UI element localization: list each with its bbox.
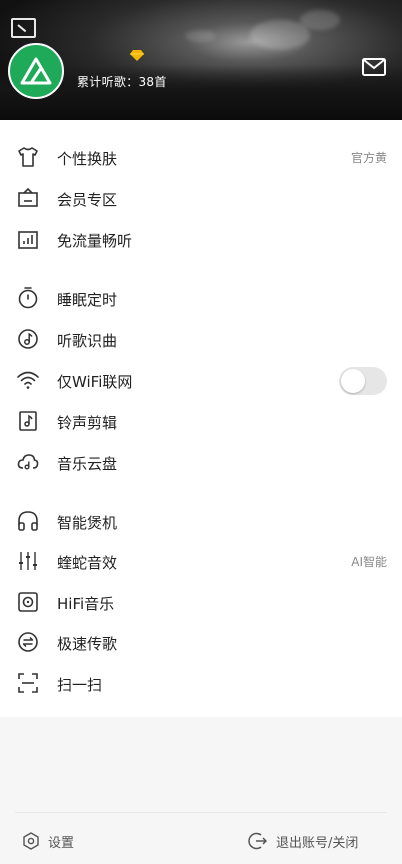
profile-header: 累计听歌：38首: [0, 0, 402, 120]
menu-item-label: 蝰蛇音效: [57, 554, 118, 572]
menu-item-fast-transfer[interactable]: 极速传歌: [0, 622, 402, 662]
scan-icon: [18, 673, 38, 693]
cloud-icon: [17, 454, 39, 470]
skin-value: 官方黄: [350, 151, 387, 165]
menu-item-smart-burn[interactable]: 智能煲机: [0, 501, 402, 541]
menu-item-hifi[interactable]: HiFi音乐: [0, 582, 402, 622]
menu-item-label: 铃声剪辑: [57, 414, 118, 432]
menu-item-viper-sound[interactable]: 蝰蛇音效 AI智能: [0, 541, 402, 581]
shirt-icon: [18, 147, 38, 167]
menu-list: 个性换肤 官方黄 会员专区 免流量畅听 睡眠定时 听歌识曲 仅WiFi联网 铃声…: [0, 120, 402, 717]
menu-item-ringtone[interactable]: 铃声剪辑: [0, 401, 402, 441]
menu-item-label: 睡眠定时: [57, 291, 118, 309]
settings-label: 设置: [48, 835, 75, 851]
toggle-knob: [341, 369, 365, 393]
menu-item-label: 会员专区: [57, 191, 118, 209]
menu-item-label: HiFi音乐: [57, 595, 115, 613]
menu-item-label: 听歌识曲: [57, 332, 118, 350]
vip-diamond-icon[interactable]: [130, 50, 144, 61]
menu-item-sleep-timer[interactable]: 睡眠定时: [0, 278, 402, 318]
headphones-icon: [18, 511, 38, 531]
menu-item-scan[interactable]: 扫一扫: [0, 663, 402, 703]
picture-in-picture-icon[interactable]: [11, 18, 36, 38]
menu-item-label: 扫一扫: [57, 676, 103, 694]
menu-item-label: 音乐云盘: [57, 455, 118, 473]
logo-icon: [20, 57, 52, 85]
hifi-disc-icon: [18, 592, 38, 612]
mail-icon[interactable]: [362, 58, 386, 76]
wifi-icon: [17, 371, 39, 389]
ringtone-icon: [19, 411, 37, 431]
wifi-only-toggle[interactable]: [339, 367, 387, 395]
equalizer-icon: [19, 552, 37, 570]
settings-icon: [23, 832, 39, 850]
vip-crown-icon: [18, 187, 38, 207]
menu-item-free-data[interactable]: 免流量畅听: [0, 219, 402, 259]
logout-label: 退出账号/关闭: [276, 835, 359, 851]
settings-button[interactable]: 设置: [22, 826, 74, 856]
data-bars-icon: [18, 231, 38, 249]
menu-item-label: 仅WiFi联网: [57, 373, 133, 391]
timer-icon: [18, 287, 38, 309]
transfer-icon: [18, 632, 38, 652]
menu-item-skin[interactable]: 个性换肤 官方黄: [0, 137, 402, 177]
avatar[interactable]: [8, 43, 64, 99]
menu-item-vip[interactable]: 会员专区: [0, 178, 402, 218]
music-note-circle-icon: [18, 329, 38, 349]
logout-icon: [248, 832, 267, 850]
menu-item-label: 极速传歌: [57, 635, 118, 653]
logout-button[interactable]: 退出账号/关闭: [248, 826, 358, 856]
listen-count: 累计听歌：38首: [77, 75, 167, 89]
menu-item-label: 免流量畅听: [57, 232, 133, 250]
footer-divider: [15, 812, 387, 813]
menu-item-wifi-only[interactable]: 仅WiFi联网: [0, 360, 402, 400]
menu-item-label: 智能煲机: [57, 514, 118, 532]
menu-item-song-recognition[interactable]: 听歌识曲: [0, 319, 402, 359]
viper-sound-value: AI智能: [351, 555, 387, 569]
menu-item-cloud-disk[interactable]: 音乐云盘: [0, 442, 402, 482]
menu-item-label: 个性换肤: [57, 150, 118, 168]
